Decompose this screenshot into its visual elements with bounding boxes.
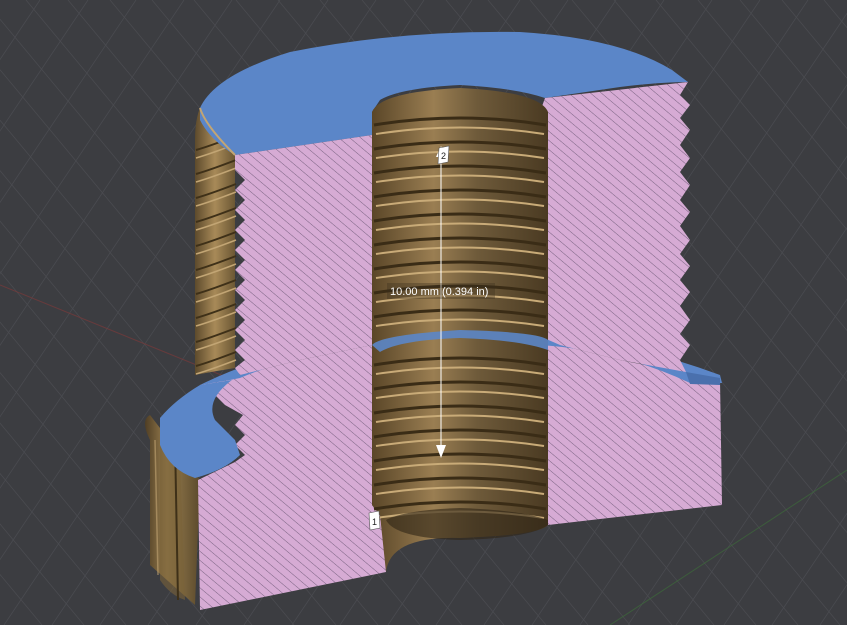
cad-viewport[interactable]: 10.00 mm (0.394 in) 2 1 xyxy=(0,0,847,625)
measure-point-2-label: 2 xyxy=(441,151,446,161)
measurement-label: 10.00 mm (0.394 in) xyxy=(390,286,488,298)
threaded-bore[interactable] xyxy=(372,88,548,572)
measure-point-1-marker[interactable]: 1 xyxy=(368,510,381,531)
measure-point-2-marker[interactable]: 2 xyxy=(437,145,450,165)
measure-point-1-label: 1 xyxy=(372,517,377,527)
